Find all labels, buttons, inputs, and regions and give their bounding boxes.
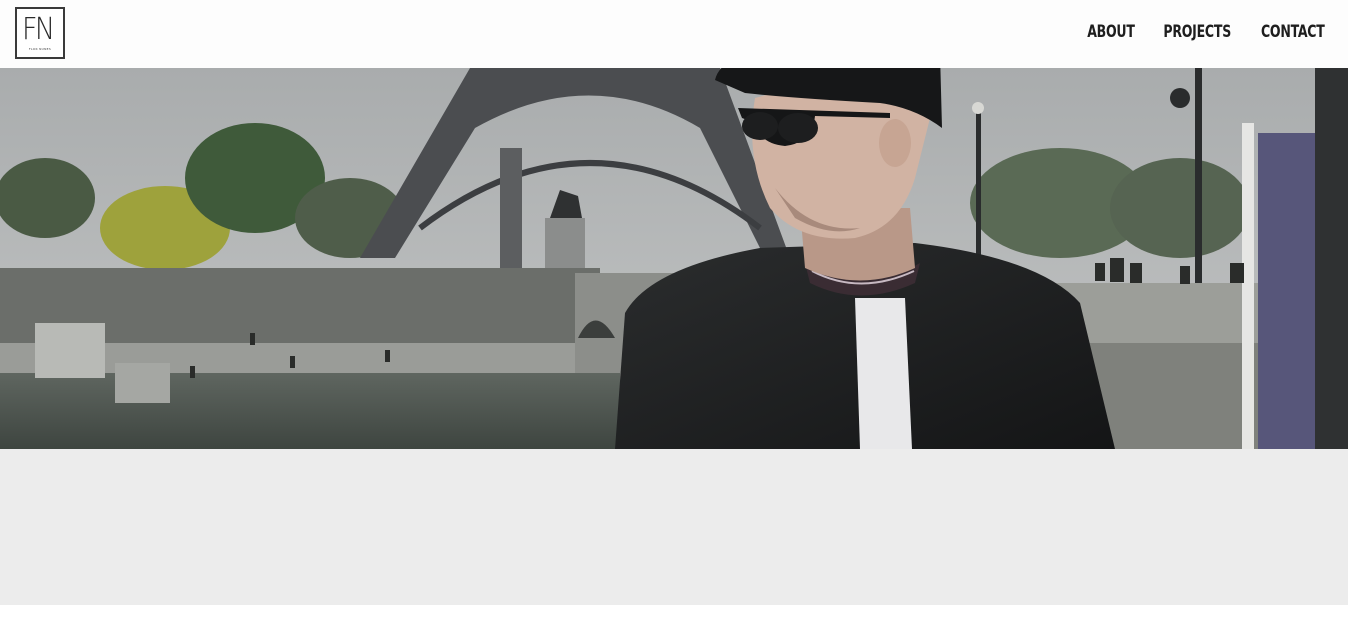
logo-letters: FN	[22, 12, 55, 47]
page-bottom-strip	[0, 605, 1348, 627]
hero-image	[0, 68, 1348, 449]
nav-about-link[interactable]: ABOUT	[1087, 22, 1135, 42]
site-header: FN FLOR NUNES ABOUT PROJECTS CONTACT	[0, 0, 1348, 68]
content-band	[0, 449, 1348, 605]
nav-projects-link[interactable]: PROJECTS	[1163, 22, 1231, 42]
nav-contact-link[interactable]: CONTACT	[1261, 22, 1325, 42]
logo-subtitle: FLOR NUNES	[28, 47, 52, 51]
hero-photo-illustration	[0, 68, 1348, 449]
main-nav: ABOUT PROJECTS CONTACT	[1082, 20, 1332, 44]
site-logo[interactable]: FN FLOR NUNES	[15, 7, 65, 59]
